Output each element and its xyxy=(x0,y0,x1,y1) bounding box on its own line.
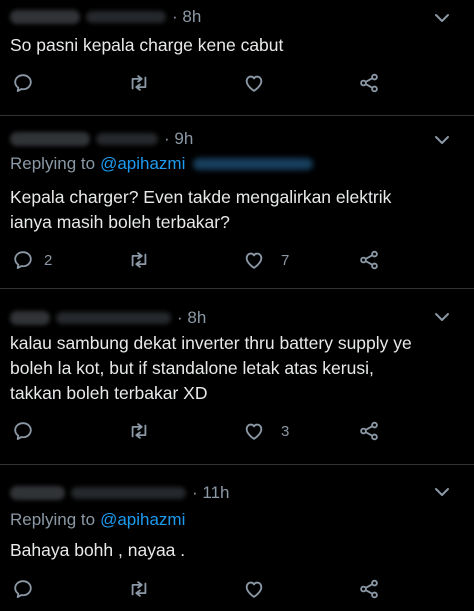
tweet-text: So pasni kepala charge kene cabut xyxy=(10,35,284,55)
tweet-actions xyxy=(0,72,474,100)
mention-link[interactable]: @apihazmi xyxy=(100,510,185,530)
share-icon xyxy=(360,579,378,599)
retweet-icon xyxy=(131,252,147,268)
tweet-actions: 2 7 xyxy=(0,249,474,277)
author-handle-redacted xyxy=(96,133,158,145)
tweet-actions: 3 xyxy=(0,420,474,448)
share-icon xyxy=(360,73,378,93)
replying-to-label: Replying to xyxy=(10,510,96,529)
tweet-3[interactable]: · 8h kalau sambung dekat inverter thru b… xyxy=(0,289,474,462)
reply-button[interactable] xyxy=(12,72,34,94)
retweet-button[interactable] xyxy=(128,72,150,94)
more-icon[interactable] xyxy=(432,11,452,25)
retweet-icon xyxy=(131,423,147,439)
like-button[interactable]: 3 xyxy=(243,420,289,442)
author-name-redacted[interactable] xyxy=(10,311,50,325)
tweet-text: Bahaya bohh , nayaa . xyxy=(10,540,186,560)
mention-link[interactable]: @apihazmi xyxy=(100,154,185,174)
reply-icon xyxy=(14,251,32,269)
author-name-redacted[interactable] xyxy=(10,10,80,24)
tweet-2[interactable]: · 9h Replying to @apihazmi Kepala charge… xyxy=(0,116,474,286)
author-handle-redacted xyxy=(56,312,171,324)
replying-to: Replying to @apihazmi xyxy=(10,154,314,174)
like-count: 3 xyxy=(281,422,290,440)
tweet-header: · 9h xyxy=(10,128,193,150)
tweet-text: kalau sambung dekat inverter thru batter… xyxy=(10,333,412,403)
author-name-redacted[interactable] xyxy=(10,132,90,146)
share-icon xyxy=(360,421,378,441)
retweet-icon xyxy=(131,581,147,597)
more-icon[interactable] xyxy=(432,485,452,499)
reply-count: 2 xyxy=(44,251,53,269)
author-handle-redacted xyxy=(71,487,186,499)
retweet-button[interactable] xyxy=(128,578,150,600)
tweet-time[interactable]: · 11h xyxy=(192,483,230,503)
replying-to-label: Replying to xyxy=(10,154,96,173)
like-count: 7 xyxy=(281,251,290,269)
more-icon[interactable] xyxy=(432,133,452,147)
author-handle-redacted xyxy=(86,11,166,23)
reply-button[interactable]: 2 xyxy=(12,249,52,271)
tweet-1[interactable]: · 8h So pasni kepala charge kene cabut xyxy=(0,0,474,113)
like-icon xyxy=(245,423,263,440)
share-button[interactable] xyxy=(358,420,380,442)
tweet-header: · 8h xyxy=(10,6,201,28)
share-button[interactable] xyxy=(358,249,380,271)
more-icon[interactable] xyxy=(432,310,452,324)
retweet-button[interactable] xyxy=(128,420,150,442)
tweet-header: · 11h xyxy=(10,482,230,504)
tweet-actions xyxy=(0,578,474,606)
like-button[interactable] xyxy=(243,72,265,94)
share-icon xyxy=(360,250,378,270)
author-name-redacted[interactable] xyxy=(10,486,65,500)
retweet-icon xyxy=(131,75,147,91)
reply-icon xyxy=(14,74,32,92)
tweet-time[interactable]: · 9h xyxy=(164,129,193,149)
like-icon xyxy=(245,252,263,269)
tweet-header: · 8h xyxy=(10,307,206,329)
tweet-time[interactable]: · 8h xyxy=(177,308,206,328)
tweet-text: Kepala charger? Even takde mengalirkan e… xyxy=(10,187,392,232)
replying-to: Replying to @apihazmi xyxy=(10,510,185,530)
tweet-4[interactable]: · 11h Replying to @apihazmi Bahaya bohh … xyxy=(0,465,474,611)
like-button[interactable]: 7 xyxy=(243,249,289,271)
reply-button[interactable] xyxy=(12,578,34,600)
like-icon xyxy=(245,581,263,598)
retweet-button[interactable] xyxy=(128,249,150,271)
tweet-time[interactable]: · 8h xyxy=(172,7,201,27)
reply-button[interactable] xyxy=(12,420,34,442)
mention-redacted[interactable] xyxy=(193,158,314,170)
share-button[interactable] xyxy=(358,578,380,600)
reply-icon xyxy=(14,580,32,598)
share-button[interactable] xyxy=(358,72,380,94)
like-icon xyxy=(245,75,263,92)
like-button[interactable] xyxy=(243,578,265,600)
reply-icon xyxy=(14,422,32,440)
